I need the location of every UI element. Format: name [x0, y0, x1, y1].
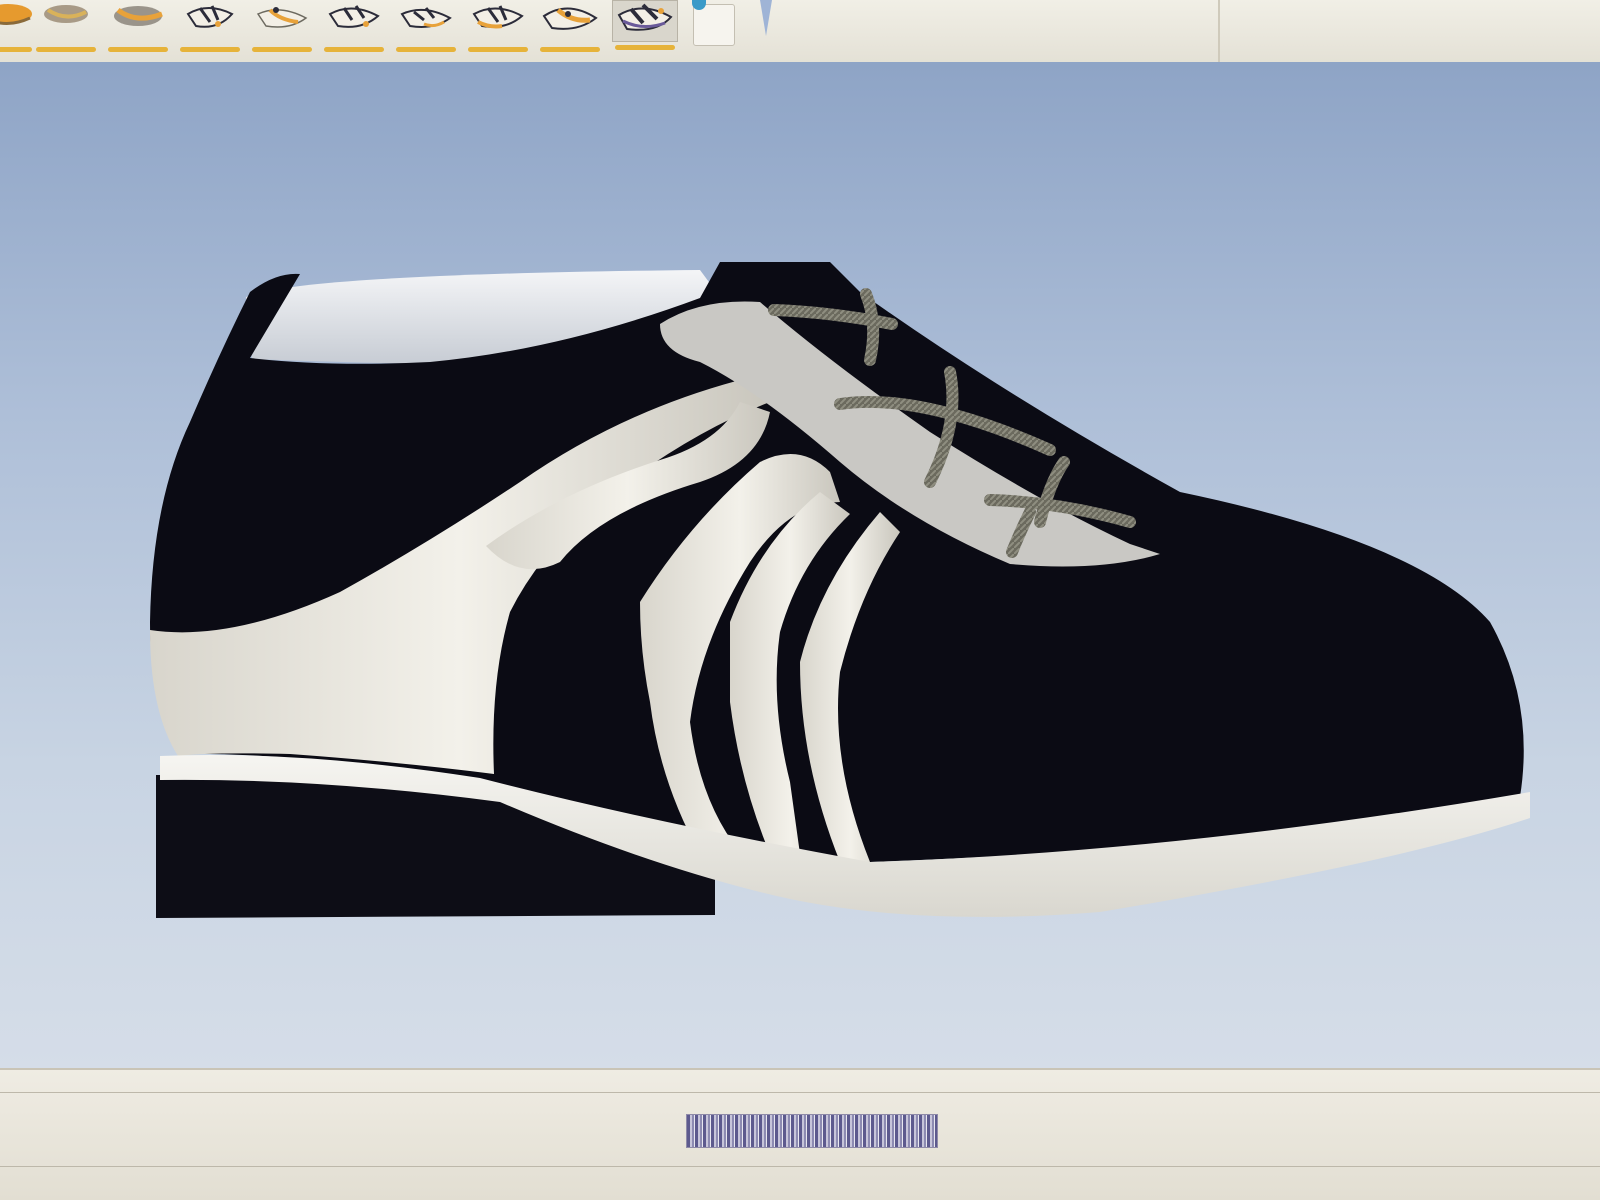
status-divider	[0, 1166, 1600, 1167]
toolbar-divider	[1218, 0, 1220, 62]
variant-thumbnail[interactable]	[106, 0, 170, 52]
variant-thumbnail[interactable]	[538, 0, 602, 52]
shoe-thumbnail-icon	[114, 6, 163, 26]
variant-thumbnail-selected[interactable]	[612, 0, 678, 50]
shoe-thumbnail-icon	[542, 7, 598, 30]
variant-thumbnail[interactable]	[250, 0, 314, 52]
render-progress-bar	[686, 1114, 938, 1148]
shoe-thumbnail-icon	[256, 7, 308, 28]
variant-thumbnail[interactable]	[0, 0, 34, 52]
app-window	[0, 0, 1600, 1200]
status-divider	[0, 1092, 1600, 1093]
shoe-thumbnail-icon	[328, 5, 380, 28]
shoe-thumbnail-icon	[617, 3, 673, 31]
shoe-thumbnail-icon	[186, 5, 234, 28]
status-bar	[0, 1068, 1600, 1200]
variant-thumbnail[interactable]	[34, 0, 98, 52]
shoe-thumbnail-icon	[400, 7, 452, 28]
variant-toolbar	[0, 0, 1600, 64]
variant-thumbnail[interactable]	[394, 0, 458, 52]
color-swatch-button[interactable]	[693, 4, 735, 46]
variant-thumbnail[interactable]	[322, 0, 386, 52]
shoe-thumbnail-icon	[44, 5, 88, 23]
shoe-thumbnail-icon	[0, 4, 32, 25]
arrow-cursor-icon	[760, 0, 772, 36]
shoe-model[interactable]	[0, 62, 1600, 1068]
variant-thumbnail[interactable]	[178, 0, 242, 52]
variant-thumbnail[interactable]	[466, 0, 530, 52]
shoe-thumbnail-icon	[472, 5, 524, 29]
3d-viewport[interactable]	[0, 62, 1600, 1068]
